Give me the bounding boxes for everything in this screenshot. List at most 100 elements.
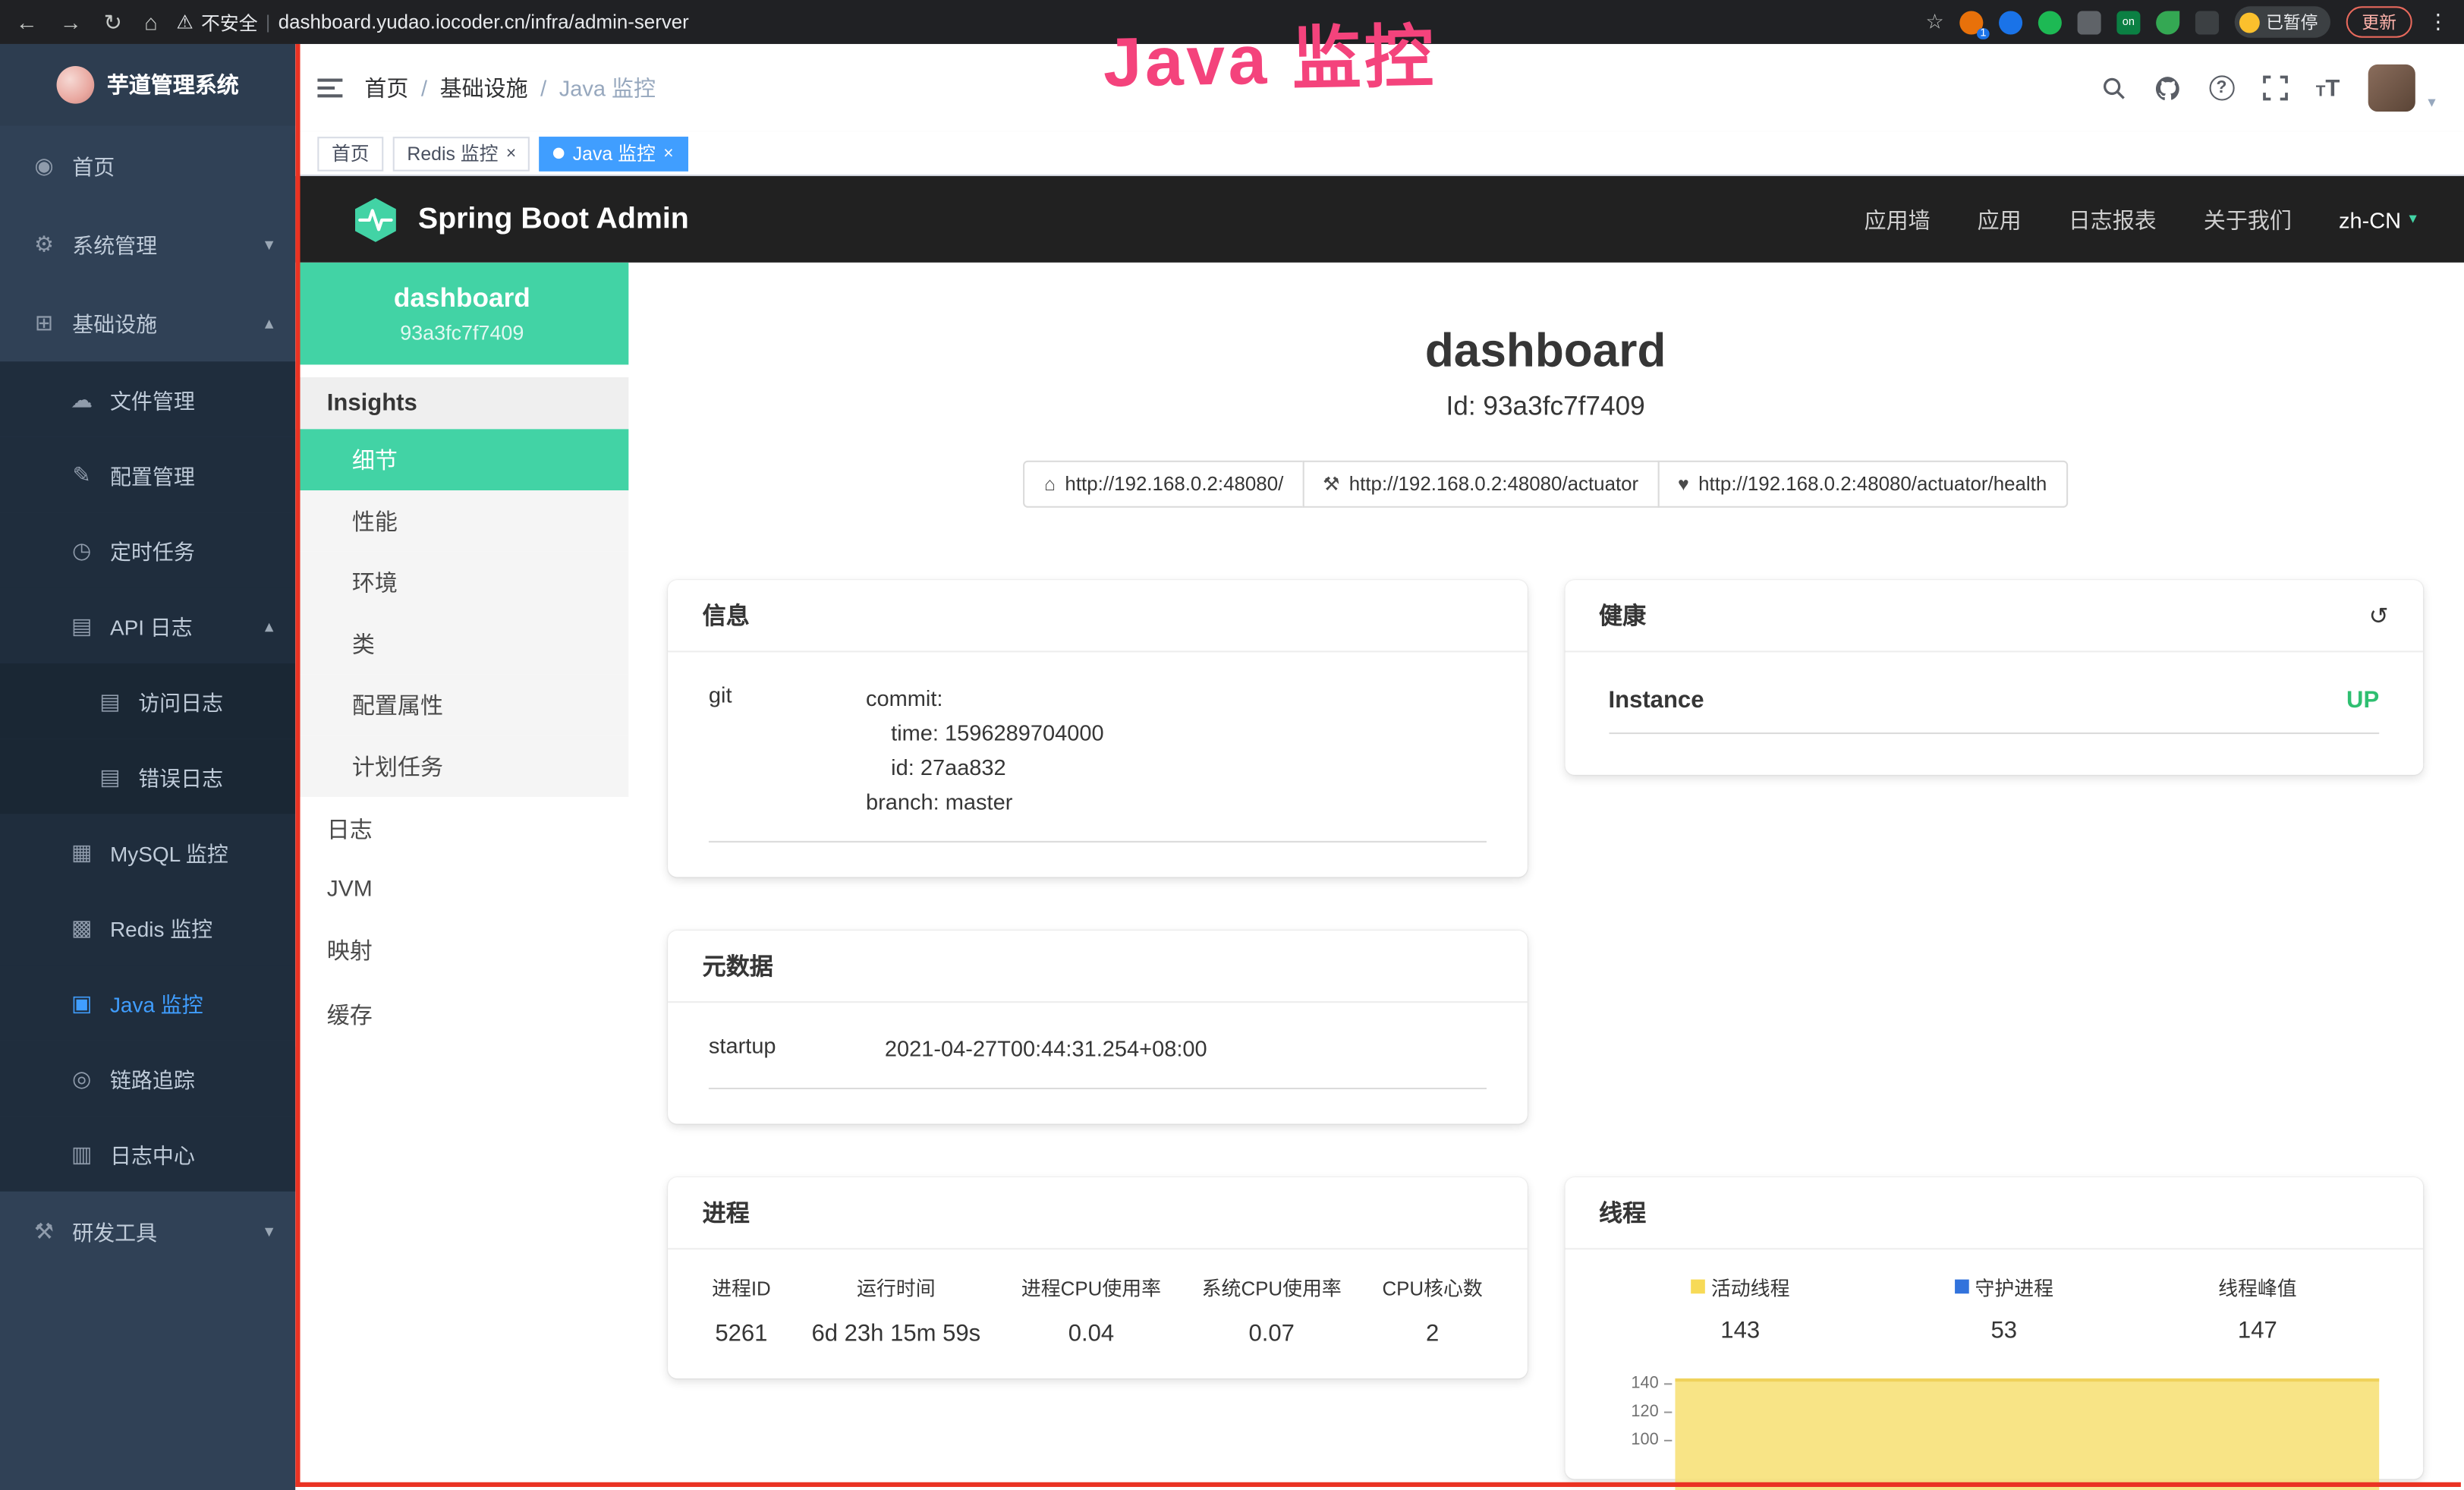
sidebar-item-error-log[interactable]: ▤ 错误日志 [0,739,295,814]
sidebar-item-home[interactable]: ◉ 首页 [0,126,295,205]
sidebar-item-tracing[interactable]: ◎ 链路追踪 [0,1041,295,1116]
avatar-caret-icon[interactable]: ▾ [2428,94,2435,112]
legend-blue-swatch [1955,1280,1969,1294]
extension-on-badge[interactable]: on [2116,10,2140,33]
sidebar-item-redis-monitor[interactable]: ▩ Redis 监控 [0,890,295,965]
font-size-icon[interactable]: TT [2316,74,2340,101]
instance-header[interactable]: dashboard 93a3fc7f7409 [295,263,628,365]
legend-daemon-threads: 守护进程 53 [1955,1271,2053,1344]
fullscreen-icon[interactable] [2262,75,2287,100]
sidebar-item-config-mgmt[interactable]: ✎ 配置管理 [0,437,295,512]
breadcrumb-infra[interactable]: 基础设施 [440,72,528,103]
locale-selector[interactable]: zh-CN ▾ [2339,206,2417,232]
section-insights[interactable]: Insights [295,377,628,429]
search-icon[interactable] [2101,75,2126,100]
column-header: 进程ID [712,1271,771,1301]
site-security[interactable]: ⚠ 不安全 | dashboard.yudao.iocoder.cn/infra… [176,8,688,35]
sidebar-item-file-mgmt[interactable]: ☁ 文件管理 [0,361,295,436]
nav-item-scheduled-tasks[interactable]: 计划任务 [295,736,628,797]
browser-menu-icon[interactable]: ⋮ [2428,9,2448,34]
sidebar-item-label: 文件管理 [110,383,273,414]
sba-nav-journal[interactable]: 日志报表 [2069,203,2157,235]
sidebar-item-access-log[interactable]: ▤ 访问日志 [0,663,295,739]
logo-avatar [57,66,95,104]
home-icon: ⌂ [1044,473,1056,495]
legend-value: 147 [2218,1317,2297,1344]
history-icon[interactable]: ↺ [2369,601,2389,629]
sidebar-item-dev-tools[interactable]: ⚒ 研发工具 ▾ [0,1192,295,1271]
health-url-button[interactable]: ♥ http://192.168.0.2:48080/actuator/heal… [1657,461,2067,508]
sidebar-item-system[interactable]: ⚙ 系统管理 ▾ [0,204,295,283]
git-branch-line: branch: master [866,784,1486,819]
paused-badge[interactable]: 已暂停 [2235,6,2330,37]
nav-item-caches[interactable]: 缓存 [295,982,628,1047]
legend-yellow-swatch [1691,1280,1705,1294]
tab-java-monitor[interactable]: Java 监控 × [540,136,688,171]
tab-home[interactable]: 首页 [317,136,383,171]
doc-icon: ▤ [97,763,122,789]
sidebar-item-api-log[interactable]: ▤ API 日志 ▴ [0,587,295,663]
sba-nav-about[interactable]: 关于我们 [2204,203,2292,235]
tab-label: Redis 监控 [407,140,498,166]
sba-navbar: Spring Boot Admin 应用墙 应用 日志报表 关于我们 zh-CN… [295,176,2464,263]
process-col-cpus: CPU核心数 2 [1382,1271,1482,1347]
hamburger-icon[interactable] [317,77,342,99]
nav-item-metrics[interactable]: 性能 [295,490,628,552]
sidebar-item-mysql-monitor[interactable]: ▦ MySQL 监控 [0,814,295,890]
sidebar-item-label: Redis 监控 [110,912,273,943]
log-icon: ▤ [69,613,94,639]
column-header: 进程CPU使用率 [1021,1271,1161,1301]
sidebar-item-log-center[interactable]: ▥ 日志中心 [0,1116,295,1191]
extension-leaf-icon[interactable] [2156,10,2179,33]
sidebar-item-label: 定时任务 [110,534,273,565]
process-card-title: 进程 [668,1177,1527,1249]
extensions-puzzle-icon[interactable] [2195,10,2219,33]
help-icon[interactable]: ? [2209,75,2234,100]
service-url: http://192.168.0.2:48080/ [1065,473,1283,495]
page-subtitle: Id: 93a3fc7f7409 [668,392,2423,423]
close-icon[interactable]: × [506,143,516,162]
content-area: 首页 / 基础设施 / Java 监控 ? [295,44,2464,1490]
nav-item-classes[interactable]: 类 [295,613,628,675]
forward-icon[interactable]: → [60,8,82,35]
extension-y-icon[interactable] [2038,10,2062,33]
extension-fox-icon[interactable]: 1 [1959,10,1983,33]
nav-item-environment[interactable]: 环境 [295,552,628,613]
sba-nav-wallboard[interactable]: 应用墙 [1865,203,1931,235]
bookmark-star-icon[interactable]: ☆ [1925,9,1943,34]
sidebar-item-scheduled-jobs[interactable]: ◷ 定时任务 [0,512,295,587]
threads-card-title: 线程 [1564,1177,2423,1249]
cloud-icon: ☁ [69,386,94,412]
github-icon[interactable] [2154,74,2180,101]
tab-redis-monitor[interactable]: Redis 监控 × [393,136,530,171]
sidebar-item-java-monitor[interactable]: ▣ Java 监控 [0,965,295,1040]
nav-item-details[interactable]: 细节 [295,429,628,490]
back-icon[interactable]: ← [16,8,38,35]
page-title: dashboard [668,326,2423,379]
user-avatar[interactable] [2368,65,2415,112]
sidebar-item-label: 首页 [72,150,273,181]
nav-item-mappings[interactable]: 映射 [295,918,628,982]
sba-brand[interactable]: Spring Boot Admin [352,196,689,243]
extension-drop-icon[interactable] [1999,10,2022,33]
chart-area-live-threads [1674,1378,2379,1490]
sba-nav-applications[interactable]: 应用 [1978,203,2022,235]
close-icon[interactable]: × [663,143,673,162]
reload-icon[interactable]: ↻ [104,8,122,35]
sidebar-item-infra[interactable]: ⊞ 基础设施 ▴ [0,283,295,362]
extension-grid-icon[interactable] [2078,10,2101,33]
nav-item-jvm[interactable]: JVM [295,862,628,918]
column-header: 运行时间 [811,1271,980,1301]
service-url-button[interactable]: ⌂ http://192.168.0.2:48080/ [1024,461,1304,508]
column-value: 2 [1382,1320,1482,1347]
actuator-url-button[interactable]: ⚒ http://192.168.0.2:48080/actuator [1302,461,1659,508]
home-icon[interactable]: ⌂ [144,8,158,35]
breadcrumb-home[interactable]: 首页 [364,72,408,103]
actuator-url: http://192.168.0.2:48080/actuator [1349,473,1638,495]
process-col-uptime: 运行时间 6d 23h 15m 59s [811,1271,980,1347]
url-text[interactable]: dashboard.yudao.iocoder.cn/infra/admin-s… [278,11,689,33]
nav-item-logs[interactable]: 日志 [295,797,628,862]
nav-item-config-props[interactable]: 配置属性 [295,674,628,736]
update-button[interactable]: 更新 [2346,6,2412,37]
app-logo[interactable]: 芋道管理系统 [0,44,295,126]
